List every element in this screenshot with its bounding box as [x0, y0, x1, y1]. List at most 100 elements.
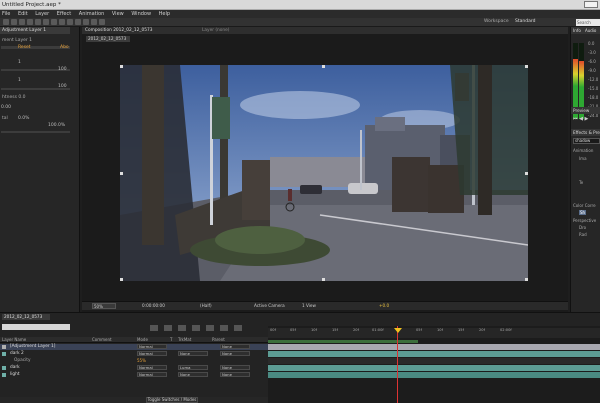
param-value-1[interactable]: 1 [18, 60, 21, 65]
pan-behind-tool-icon[interactable] [43, 19, 49, 25]
mode-select[interactable]: Normal [137, 344, 167, 349]
draft-3d-icon[interactable] [164, 325, 172, 331]
slider-3[interactable] [1, 131, 70, 133]
layer-row-adjustment[interactable]: [Adjustment Layer 1] Normal None [0, 344, 268, 350]
opacity-value[interactable]: 55% [137, 358, 146, 364]
col-trkmat[interactable]: TrkMat [178, 337, 191, 343]
menu-effect[interactable]: Effect [57, 11, 71, 17]
col-mode[interactable]: Mode [137, 337, 148, 343]
label-color[interactable] [2, 373, 6, 377]
video-frame[interactable] [120, 65, 528, 281]
handle-bottom-left[interactable] [120, 278, 123, 281]
col-t[interactable]: T [170, 337, 172, 343]
trkmat-select[interactable]: None [178, 351, 208, 356]
layer-tab[interactable]: Layer (none) [202, 28, 229, 33]
preview-tab[interactable]: Preview [571, 107, 600, 114]
param-percent-1[interactable]: 0.0% [18, 116, 29, 121]
handle-bottom-right[interactable] [525, 278, 528, 281]
perspective-item[interactable]: Perspective [573, 218, 596, 223]
handle-top-left[interactable] [120, 65, 123, 68]
handle-top-center[interactable] [322, 65, 325, 68]
playhead-marker-icon[interactable] [394, 328, 402, 333]
layer-name[interactable]: light [10, 372, 20, 378]
handle-middle-right[interactable] [525, 172, 528, 175]
puppet-tool-icon[interactable] [99, 19, 105, 25]
playhead[interactable] [397, 326, 398, 403]
composition-tab[interactable]: Composition 2012_02_12_0573 [85, 28, 152, 33]
hand-tool-icon[interactable] [11, 19, 17, 25]
mode-select[interactable]: Normal [137, 365, 167, 370]
brainstorm-icon[interactable] [220, 325, 228, 331]
effect-controls-tab[interactable]: Adjustment Layer 1 [0, 27, 70, 34]
timecode-display[interactable]: 0:00:00:00 [142, 303, 165, 308]
col-parent[interactable]: Parent [212, 337, 225, 343]
menu-animation[interactable]: Animation [79, 11, 105, 17]
camera-tool-icon[interactable] [35, 19, 41, 25]
menu-window[interactable]: Window [131, 11, 151, 17]
drop-shadow-item[interactable]: Dro [579, 225, 586, 230]
brush-tool-icon[interactable] [75, 19, 81, 25]
parent-select[interactable]: None [220, 344, 250, 349]
zoom-select[interactable]: 50% [92, 303, 116, 309]
motion-blur-icon[interactable] [206, 325, 214, 331]
eraser-tool-icon[interactable] [91, 19, 97, 25]
type-tool-icon[interactable] [67, 19, 73, 25]
selection-tool-icon[interactable] [3, 19, 9, 25]
track-bar-adjustment[interactable] [268, 344, 600, 350]
parent-select[interactable]: None [220, 365, 250, 370]
label-color[interactable] [2, 345, 6, 349]
animation-presets-item[interactable]: Animation [573, 148, 593, 153]
mode-select[interactable]: Normal [137, 351, 167, 356]
toggle-switches-modes-button[interactable]: Toggle Switches / Modes [146, 397, 198, 403]
menu-help[interactable]: Help [159, 11, 170, 17]
timeline-tracks[interactable]: 00f 05f 10f 15f 20f 01:00f 05f 10f 15f 2… [268, 326, 600, 403]
parent-select[interactable]: None [220, 372, 250, 377]
color-correction-item[interactable]: Color Corre [573, 203, 596, 208]
views-select[interactable]: 1 View [302, 303, 316, 308]
handle-middle-left[interactable] [120, 172, 123, 175]
composition-sub-tab[interactable]: 2012_02_12_0573 [86, 36, 130, 42]
track-bar-light[interactable] [268, 372, 600, 378]
menu-view[interactable]: View [112, 11, 124, 17]
rotate-tool-icon[interactable] [27, 19, 33, 25]
window-controls[interactable] [584, 1, 598, 8]
category-1-item[interactable]: Ima [579, 156, 587, 161]
layer-row-light[interactable]: light Normal None None [0, 372, 268, 378]
menu-layer[interactable]: Layer [35, 11, 49, 17]
about-link[interactable]: Abo [60, 45, 69, 50]
menu-edit[interactable]: Edit [18, 11, 28, 17]
resolution-select[interactable]: (Half) [200, 303, 212, 308]
handle-top-right[interactable] [525, 65, 528, 68]
track-bar-dark[interactable] [268, 365, 600, 371]
effect-result-item[interactable]: Sh [579, 210, 587, 215]
clone-tool-icon[interactable] [83, 19, 89, 25]
handle-bottom-center[interactable] [322, 278, 325, 281]
work-area-bar[interactable] [268, 340, 418, 343]
hide-shy-icon[interactable] [178, 325, 186, 331]
graph-editor-icon[interactable] [234, 325, 242, 331]
trkmat-select[interactable]: None [178, 372, 208, 377]
camera-select[interactable]: Active Camera [254, 303, 285, 308]
col-comment[interactable]: Comment [92, 337, 112, 343]
layer-name[interactable]: dark 2 [10, 351, 24, 357]
category-2-item[interactable]: Te [579, 180, 583, 185]
trkmat-select[interactable]: Luma [178, 365, 208, 370]
layer-row-dark-2[interactable]: dark 2 Normal None None [0, 351, 268, 357]
menu-file[interactable]: File [2, 11, 10, 17]
workspace-select[interactable]: Standard [515, 19, 535, 24]
timeline-tab[interactable]: 2012_02_12_0573 [2, 314, 50, 320]
reset-link[interactable]: Reset [18, 45, 31, 50]
label-color[interactable] [2, 352, 6, 356]
preview-controls-icon[interactable]: ⏮ ◀ ▶ [573, 116, 588, 122]
time-ruler[interactable]: 00f 05f 10f 15f 20f 01:00f 05f 10f 15f 2… [268, 328, 600, 338]
timeline-search-input[interactable] [2, 324, 70, 330]
parent-select[interactable]: None [220, 351, 250, 356]
exposure-value[interactable]: +0.0 [379, 303, 389, 308]
audio-tab[interactable]: Audio [585, 28, 596, 33]
zoom-tool-icon[interactable] [19, 19, 25, 25]
effects-search-input[interactable]: shadow [573, 138, 600, 144]
track-bar-dark-2[interactable] [268, 351, 600, 357]
param-value-2[interactable]: 1 [18, 78, 21, 83]
col-layer-name[interactable]: Layer Name [2, 337, 26, 343]
layer-name[interactable]: dark [10, 365, 20, 371]
